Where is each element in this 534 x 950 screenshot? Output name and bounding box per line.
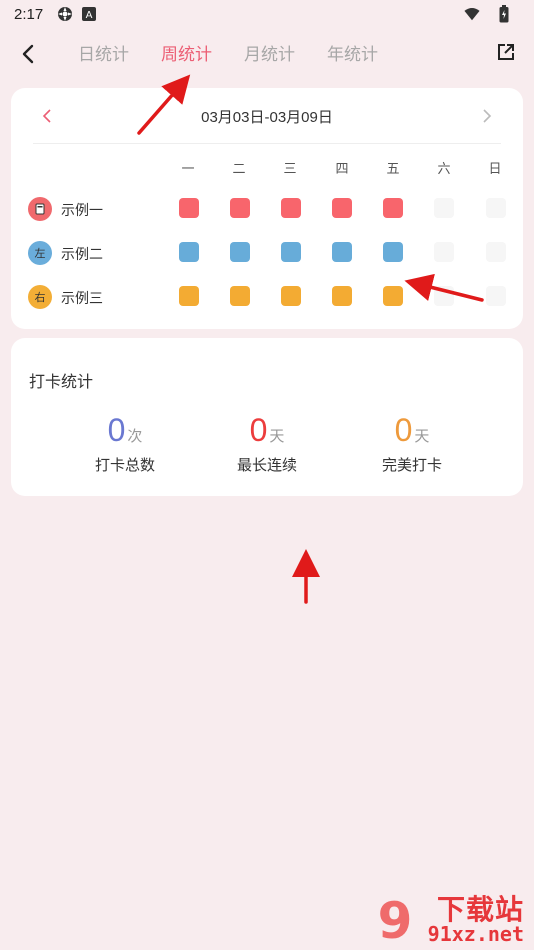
checkin-cell-done[interactable]: [179, 242, 199, 262]
checkin-cell-done[interactable]: [332, 242, 352, 262]
cup-icon: [28, 197, 52, 221]
checkin-cell-done[interactable]: [332, 198, 352, 218]
checkin-cell-done[interactable]: [179, 286, 199, 306]
checkin-cell-done[interactable]: [383, 242, 403, 262]
stat-perfect-days: 0 天 完美打卡: [352, 412, 472, 475]
share-button[interactable]: [494, 40, 518, 64]
checkin-cell-empty[interactable]: [434, 286, 454, 306]
tab-day[interactable]: 日统计: [78, 40, 129, 65]
next-week-button[interactable]: [477, 104, 497, 128]
stat-longest-streak: 0 天 最长连续: [207, 412, 327, 475]
weekday-sat: 六: [437, 162, 451, 177]
checkin-cell-empty[interactable]: [434, 242, 454, 262]
watermark-url: 91xz.net: [427, 922, 524, 946]
tab-year[interactable]: 年统计: [327, 40, 378, 65]
tab-month[interactable]: 月统计: [244, 40, 295, 65]
chevron-right-icon: [483, 109, 492, 123]
header: 日统计 周统计 月统计 年统计: [0, 30, 534, 76]
chevron-left-icon: [22, 44, 34, 64]
checkin-cell-done[interactable]: [230, 286, 250, 306]
checkin-cell-done[interactable]: [281, 242, 301, 262]
stat-label: 最长连续: [236, 456, 297, 474]
back-button[interactable]: [14, 40, 42, 68]
checkin-cell-done[interactable]: [281, 198, 301, 218]
watermark-logo-icon: 9: [378, 892, 413, 946]
weekday-sun: 日: [488, 162, 502, 177]
status-bar: 2:17 A: [0, 0, 534, 28]
checkin-cell-done[interactable]: [230, 242, 250, 262]
battery-icon: [496, 5, 512, 23]
habit-name: 示例二: [61, 247, 103, 263]
weekday-mon: 一: [181, 162, 195, 177]
wifi-icon: [464, 6, 480, 22]
habit-name: 示例一: [61, 203, 103, 219]
week-range: 03月03日-03月09日: [201, 109, 333, 126]
habit-row[interactable]: 左 示例二: [11, 240, 523, 266]
weekday-thu: 四: [335, 162, 349, 177]
weekday-header: 一 二 三 四 五 六 日: [11, 158, 523, 178]
watermark: 9 下载站 91xz.net: [360, 888, 530, 948]
checkin-cell-done[interactable]: [179, 198, 199, 218]
checkin-cell-done[interactable]: [230, 198, 250, 218]
stat-total-checkins: 0 次 打卡总数: [65, 412, 185, 475]
stat-label: 完美打卡: [381, 456, 442, 474]
divider: [33, 143, 501, 144]
checkin-cell-empty[interactable]: [434, 198, 454, 218]
week-card: 03月03日-03月09日 一 二 三 四 五 六 日 示例一 左 示例二 右 …: [11, 88, 523, 329]
week-nav: 03月03日-03月09日: [11, 102, 523, 130]
tab-week[interactable]: 周统计: [161, 40, 212, 65]
watermark-logo-text: 9: [378, 892, 413, 946]
habit-row[interactable]: 右 示例三: [11, 284, 523, 310]
habit-badge-icon: 右: [28, 285, 52, 309]
checkin-cell-done[interactable]: [332, 286, 352, 306]
share-external-icon: [498, 44, 514, 60]
checkin-cell-empty[interactable]: [486, 242, 506, 262]
stat-unit: 天: [269, 427, 285, 445]
a-icon: A: [81, 6, 97, 22]
stats-title: 打卡统计: [29, 372, 94, 391]
status-time: 2:17: [14, 5, 44, 23]
checkin-cell-done[interactable]: [383, 198, 403, 218]
stat-value: 0: [394, 412, 413, 448]
stat-label: 打卡总数: [94, 456, 155, 474]
stats-card: 打卡统计 0 次 打卡总数 0 天 最长连续 0 天 完美打卡: [11, 338, 523, 496]
svg-text:A: A: [86, 10, 93, 21]
weekday-tue: 二: [232, 162, 246, 177]
weekday-fri: 五: [386, 162, 400, 177]
weekday-wed: 三: [283, 162, 297, 177]
stat-unit: 天: [414, 427, 430, 445]
stat-tabs: 日统计 周统计 月统计 年统计: [78, 40, 378, 65]
stat-value: 0: [249, 412, 268, 448]
habit-row[interactable]: 示例一: [11, 196, 523, 222]
checkin-cell-done[interactable]: [281, 286, 301, 306]
settings-icon: [57, 6, 73, 22]
stat-value: 0: [107, 412, 126, 448]
stat-unit: 次: [127, 427, 143, 445]
checkin-cell-empty[interactable]: [486, 198, 506, 218]
checkin-cell-empty[interactable]: [486, 286, 506, 306]
checkin-cell-done[interactable]: [383, 286, 403, 306]
habit-name: 示例三: [61, 291, 103, 307]
habit-badge-icon: 左: [28, 241, 52, 265]
